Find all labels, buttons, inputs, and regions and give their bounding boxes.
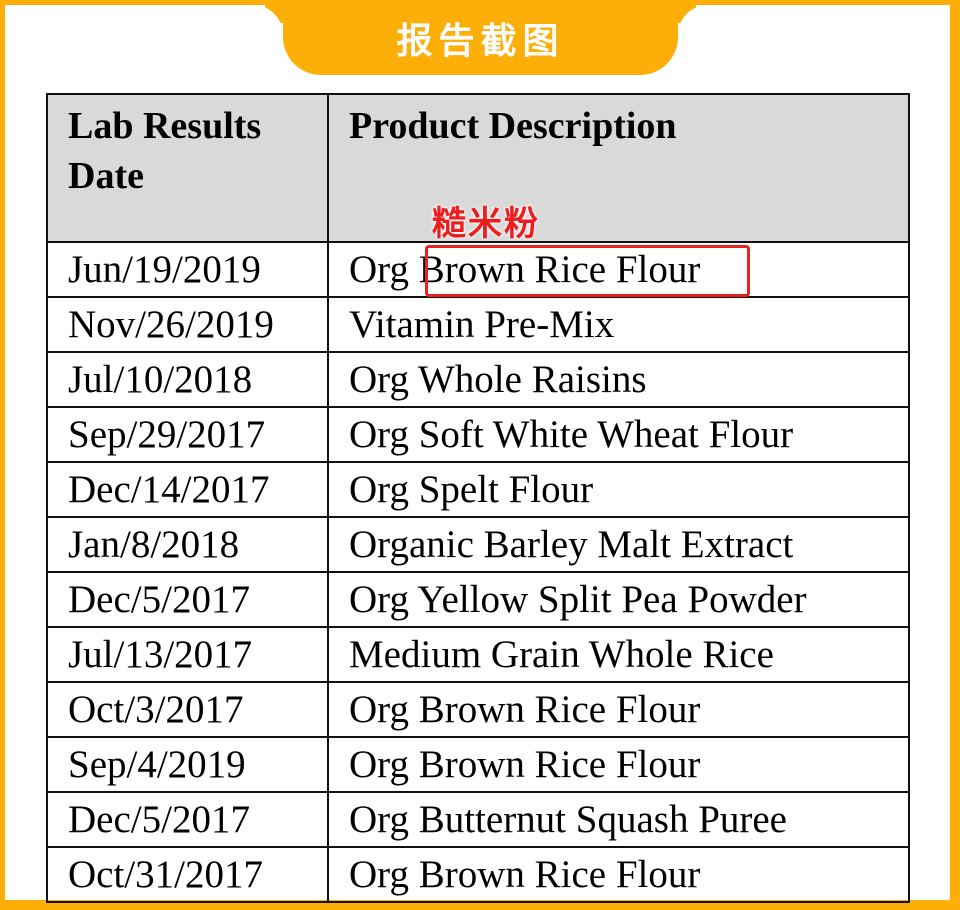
cell-product-description: Org Brown Rice Flour	[327, 736, 910, 793]
cell-lab-date: Dec/5/2017	[46, 571, 329, 628]
header-lab-results-date: Lab Results Date	[46, 93, 329, 243]
cell-product-description: Org Yellow Split Pea Powder	[327, 571, 910, 628]
cell-lab-date: Oct/3/2017	[46, 681, 329, 738]
cell-product-description: Medium Grain Whole Rice	[327, 626, 910, 683]
header-product-description: Product Description	[327, 93, 910, 243]
banner-title: 报告截图	[396, 20, 565, 62]
cell-lab-date: Nov/26/2019	[46, 296, 329, 353]
table-row: Sep/4/2019 Org Brown Rice Flour	[46, 736, 910, 793]
table-row: Jul/13/2017 Medium Grain Whole Rice	[46, 626, 910, 683]
table-row: Dec/5/2017 Org Butternut Squash Puree	[46, 791, 910, 848]
table-body: Jun/19/2019 Org Brown Rice Flour Nov/26/20…	[46, 241, 910, 903]
table-row: Oct/3/2017 Org Brown Rice Flour	[46, 681, 910, 738]
cell-lab-date: Jul/13/2017	[46, 626, 329, 683]
cell-product-description: Org Brown Rice Flour	[327, 846, 910, 903]
cell-product-description: Org Whole Raisins	[327, 351, 910, 408]
cell-product-description: Org Spelt Flour	[327, 461, 910, 518]
table-row: Sep/29/2017 Org Soft White Wheat Flour	[46, 406, 910, 463]
title-banner: 报告截图	[283, 0, 678, 75]
annotation-label: 糙米粉	[432, 204, 540, 244]
cell-lab-date: Dec/14/2017	[46, 461, 329, 518]
cell-lab-date: Jun/19/2019	[46, 241, 329, 298]
cell-product-description: Org Butternut Squash Puree	[327, 791, 910, 848]
table-row: Oct/31/2017 Org Brown Rice Flour	[46, 846, 910, 903]
table-row: Dec/14/2017 Org Spelt Flour	[46, 461, 910, 518]
cell-lab-date: Dec/5/2017	[46, 791, 329, 848]
cell-product-description: Organic Barley Malt Extract	[327, 516, 910, 573]
product-prefix: Org	[349, 247, 419, 291]
table-row: Jan/8/2018 Organic Barley Malt Extract	[46, 516, 910, 573]
table-row: Nov/26/2019 Vitamin Pre-Mix	[46, 296, 910, 353]
cell-lab-date: Jan/8/2018	[46, 516, 329, 573]
annotation-highlight-box	[425, 245, 750, 297]
table-row: Dec/5/2017 Org Yellow Split Pea Powder	[46, 571, 910, 628]
cell-lab-date: Sep/4/2019	[46, 736, 329, 793]
cell-product-description: Org Soft White Wheat Flour	[327, 406, 910, 463]
table-row: Jul/10/2018 Org Whole Raisins	[46, 351, 910, 408]
cell-lab-date: Oct/31/2017	[46, 846, 329, 903]
cell-product-description: Org Brown Rice Flour	[327, 681, 910, 738]
cell-product-description: Vitamin Pre-Mix	[327, 296, 910, 353]
cell-lab-date: Jul/10/2018	[46, 351, 329, 408]
cell-lab-date: Sep/29/2017	[46, 406, 329, 463]
